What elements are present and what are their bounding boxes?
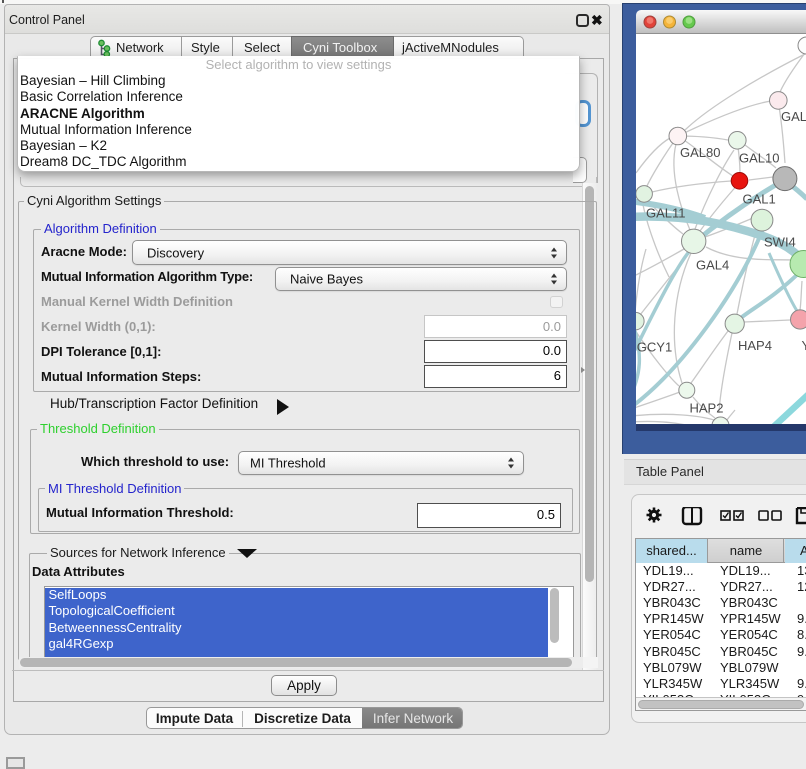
svg-text:Y: Y (802, 338, 806, 353)
svg-text:SWI4: SWI4 (764, 235, 796, 250)
svg-text:GAL4: GAL4 (696, 258, 729, 273)
svg-text:HAP2: HAP2 (690, 401, 724, 416)
svg-text:GAL11: GAL11 (646, 206, 686, 221)
svg-text:GAL1: GAL1 (743, 192, 776, 207)
svg-text:GCY1: GCY1 (637, 340, 672, 355)
svg-text:GAL10: GAL10 (739, 151, 779, 166)
svg-text:HAP4: HAP4 (738, 338, 772, 353)
svg-text:GAL80: GAL80 (680, 145, 720, 160)
svg-text:GAL7: GAL7 (781, 109, 806, 124)
